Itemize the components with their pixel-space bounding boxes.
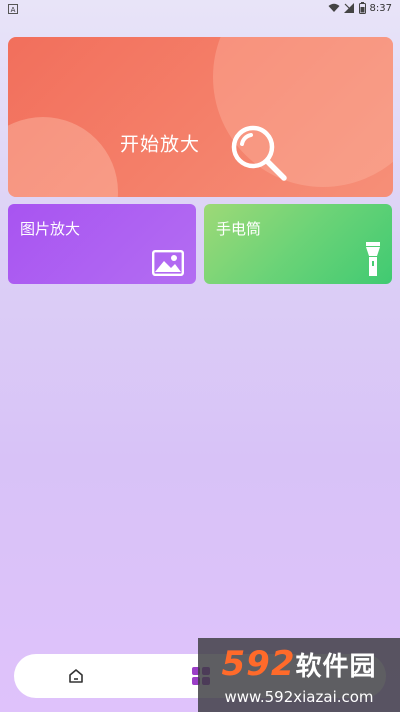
watermark-logo: 592软件园 <box>198 644 400 687</box>
watermark-url: www.592xiazai.com <box>224 688 374 706</box>
start-magnify-label: 开始放大 <box>120 133 201 156</box>
signal-icon <box>343 3 354 13</box>
home-icon[interactable] <box>66 666 86 686</box>
watermark-name: 软件园 <box>295 652 377 682</box>
wifi-icon <box>328 3 340 12</box>
flashlight-label: 手电筒 <box>216 220 262 238</box>
status-icons: 8:37 <box>328 2 392 14</box>
battery-icon <box>358 2 366 14</box>
notification-icon: A <box>8 4 18 14</box>
status-bar: A 8:37 <box>0 0 400 18</box>
watermark-overlay: 592软件园 www.592xiazai.com <box>198 638 400 712</box>
decorative-circle <box>8 117 118 197</box>
watermark-number: 592 <box>221 644 296 684</box>
status-time: 8:37 <box>369 2 392 14</box>
image-zoom-card[interactable]: 图片放大 <box>8 204 196 284</box>
start-magnify-card[interactable]: 开始放大 <box>8 37 393 197</box>
image-icon <box>152 250 184 276</box>
magnifier-icon <box>231 125 287 181</box>
flashlight-icon <box>366 242 380 276</box>
image-zoom-label: 图片放大 <box>20 220 81 238</box>
flashlight-card[interactable]: 手电筒 <box>204 204 392 284</box>
